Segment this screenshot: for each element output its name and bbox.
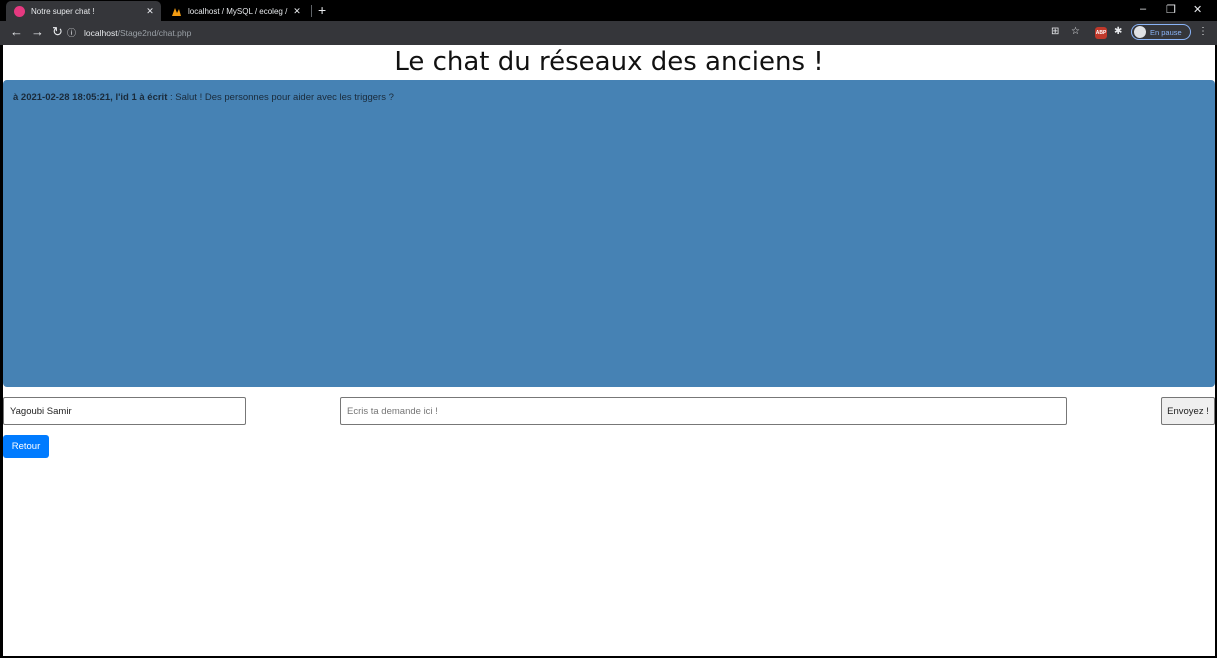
address-bar[interactable]: ⓘ localhost/Stage2nd/chat.php bbox=[67, 23, 1067, 42]
tab-title: localhost / MySQL / ecoleg / me bbox=[188, 6, 290, 16]
bookmark-star-icon[interactable]: ☆ bbox=[1071, 26, 1080, 37]
forward-arrow-icon[interactable]: → bbox=[31, 24, 44, 39]
chat-message: à 2021-02-28 18:05:21, l'id 1 à écrit : … bbox=[13, 92, 1205, 103]
address-path: /Stage2nd/chat.php bbox=[117, 27, 192, 38]
minimize-icon[interactable]: – bbox=[1140, 3, 1146, 15]
adblock-icon[interactable]: ABP bbox=[1095, 27, 1107, 39]
message-meta: à 2021-02-28 18:05:21, l'id 1 à écrit bbox=[13, 92, 168, 103]
profile-label: En pause bbox=[1150, 27, 1182, 37]
tab-title: Notre super chat ! bbox=[31, 6, 95, 16]
tab-divider bbox=[311, 5, 312, 17]
message-input[interactable]: Ecris ta demande ici ! bbox=[340, 397, 1067, 425]
chat-favicon-icon bbox=[14, 5, 25, 17]
phpmyadmin-favicon-icon bbox=[171, 6, 182, 17]
close-icon[interactable]: ✕ bbox=[143, 6, 157, 17]
restore-icon[interactable]: ❐ bbox=[1166, 3, 1176, 16]
close-window-icon[interactable]: ✕ bbox=[1193, 3, 1202, 16]
translate-icon[interactable]: ⊞ bbox=[1051, 26, 1059, 37]
profile-button[interactable]: En pause bbox=[1131, 24, 1191, 40]
back-button[interactable]: Retour bbox=[3, 435, 49, 458]
message-text: Salut ! Des personnes pour aider avec le… bbox=[175, 92, 394, 103]
menu-kebab-icon[interactable]: ⋮ bbox=[1198, 26, 1208, 37]
reload-icon[interactable]: ↻ bbox=[52, 24, 63, 40]
address-host: localhost bbox=[84, 27, 118, 38]
chat-messages-panel: à 2021-02-28 18:05:21, l'id 1 à écrit : … bbox=[3, 80, 1215, 387]
page-content: Le chat du réseaux des anciens ! à 2021-… bbox=[3, 45, 1215, 656]
page-title: Le chat du réseaux des anciens ! bbox=[394, 47, 824, 77]
browser-tabstrip: Notre super chat ! ✕ localhost / MySQL /… bbox=[0, 0, 1217, 21]
browser-toolbar: ← → ↻ ⓘ localhost/Stage2nd/chat.php ⊞ ☆ … bbox=[0, 21, 1217, 45]
send-button[interactable]: Envoyez ! bbox=[1161, 397, 1215, 425]
name-input[interactable]: Yagoubi Samir bbox=[3, 397, 246, 425]
info-icon[interactable]: ⓘ bbox=[67, 26, 76, 39]
new-tab-button[interactable]: + bbox=[318, 2, 326, 18]
avatar bbox=[1134, 26, 1146, 38]
tab-chat[interactable]: Notre super chat ! ✕ bbox=[6, 1, 161, 21]
close-icon[interactable]: ✕ bbox=[290, 6, 304, 17]
extensions-puzzle-icon[interactable]: ✱ bbox=[1114, 26, 1122, 37]
tab-phpmyadmin[interactable]: localhost / MySQL / ecoleg / me ✕ bbox=[163, 1, 308, 21]
back-arrow-icon[interactable]: ← bbox=[10, 24, 23, 39]
